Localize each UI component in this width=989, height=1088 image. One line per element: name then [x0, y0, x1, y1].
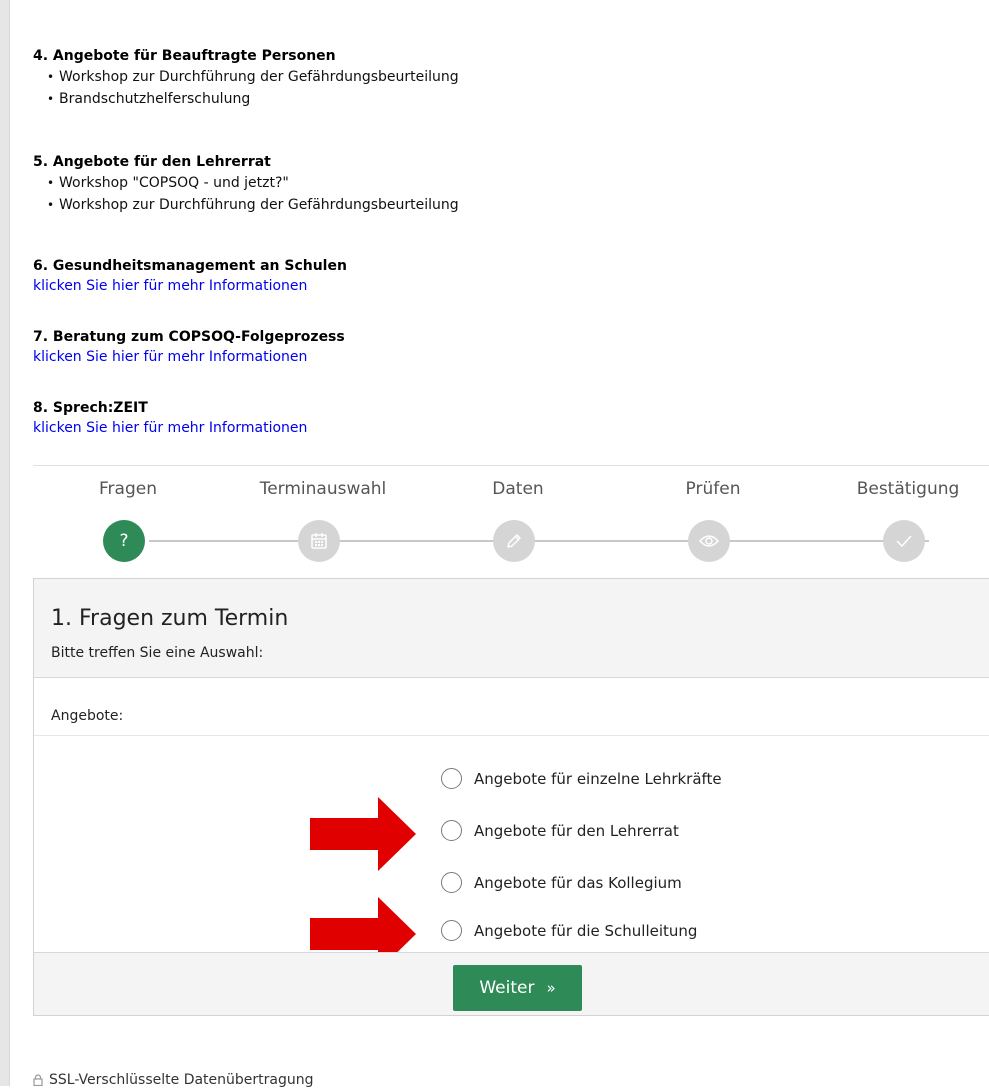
step-connector	[149, 540, 929, 542]
section-title: 5. Angebote für den Lehrerrat	[33, 154, 271, 170]
section-6: 6. Gesundheitsmanagement an Schulen klic…	[33, 256, 347, 296]
section-title: 8. Sprech:ZEIT	[33, 400, 148, 416]
radio-button[interactable]	[441, 820, 462, 841]
lock-icon	[33, 1074, 43, 1086]
option-kollegium[interactable]: Angebote für das Kollegium	[441, 872, 682, 893]
step-label-bestaetigung: Bestätigung	[856, 479, 960, 499]
section-title: 4. Angebote für Beauftragte Personen	[33, 48, 336, 64]
option-label: Angebote für die Schulleitung	[474, 921, 698, 940]
section-list: Workshop zur Durchführung der Gefährdung…	[33, 66, 459, 110]
divider	[34, 735, 989, 736]
list-item: Workshop zur Durchführung der Gefährdung…	[47, 194, 459, 216]
next-button[interactable]: Weiter »	[453, 965, 582, 1011]
panel-header: 1. Fragen zum Termin Bitte treffen Sie e…	[34, 579, 989, 678]
panel-footer: Weiter »	[34, 952, 989, 1015]
step-fragen[interactable]: ?	[103, 520, 145, 562]
panel-subtitle: Bitte treffen Sie eine Auswahl:	[51, 645, 264, 661]
radio-button[interactable]	[441, 872, 462, 893]
section-5: 5. Angebote für den Lehrerrat Workshop "…	[33, 152, 459, 216]
section-7: 7. Beratung zum COPSOQ-Folgeprozess klic…	[33, 327, 345, 367]
step-bestaetigung[interactable]	[883, 520, 925, 562]
option-schulleitung[interactable]: Angebote für die Schulleitung	[441, 920, 697, 941]
option-label: Angebote für einzelne Lehrkräfte	[474, 769, 722, 788]
pencil-icon	[507, 534, 521, 548]
left-border	[0, 0, 10, 1086]
check-icon	[896, 535, 912, 548]
list-item: Brandschutzhelferschulung	[47, 88, 459, 110]
section-title: 7. Beratung zum COPSOQ-Folgeprozess	[33, 329, 345, 345]
more-info-link[interactable]: klicken Sie hier für mehr Informationen	[33, 418, 307, 438]
panel-title: 1. Fragen zum Termin	[51, 606, 289, 631]
calendar-icon	[311, 533, 327, 549]
section-list: Workshop "COPSOQ - und jetzt?" Workshop …	[33, 172, 459, 216]
option-einzelne-lehrkraefte[interactable]: Angebote für einzelne Lehrkräfte	[441, 768, 722, 789]
step-terminauswahl[interactable]	[298, 520, 340, 562]
option-lehrerrat[interactable]: Angebote für den Lehrerrat	[441, 820, 679, 841]
list-item: Workshop "COPSOQ - und jetzt?"	[47, 172, 459, 194]
step-daten[interactable]	[493, 520, 535, 562]
field-label: Angebote:	[51, 708, 124, 724]
radio-button[interactable]	[441, 920, 462, 941]
more-info-link[interactable]: klicken Sie hier für mehr Informationen	[33, 347, 345, 367]
step-label-daten: Daten	[492, 479, 544, 499]
step-label-fragen: Fragen	[99, 479, 157, 499]
step-label-terminauswahl: Terminauswahl	[259, 479, 387, 499]
more-info-link[interactable]: klicken Sie hier für mehr Informationen	[33, 276, 347, 296]
question-icon: ?	[119, 531, 129, 551]
double-chevron-right-icon: »	[546, 979, 556, 997]
radio-button[interactable]	[441, 768, 462, 789]
section-title: 6. Gesundheitsmanagement an Schulen	[33, 258, 347, 274]
divider	[33, 465, 989, 466]
red-arrow-icon	[310, 797, 416, 871]
option-label: Angebote für das Kollegium	[474, 873, 682, 892]
next-button-label: Weiter	[479, 978, 535, 998]
option-label: Angebote für den Lehrerrat	[474, 821, 679, 840]
section-4: 4. Angebote für Beauftragte Personen Wor…	[33, 46, 459, 110]
question-panel: 1. Fragen zum Termin Bitte treffen Sie e…	[33, 578, 989, 1016]
list-item: Workshop zur Durchführung der Gefährdung…	[47, 66, 459, 88]
step-label-pruefen: Prüfen	[685, 479, 741, 499]
eye-icon	[699, 535, 719, 547]
step-pruefen[interactable]	[688, 520, 730, 562]
section-8: 8. Sprech:ZEIT klicken Sie hier für mehr…	[33, 398, 307, 438]
